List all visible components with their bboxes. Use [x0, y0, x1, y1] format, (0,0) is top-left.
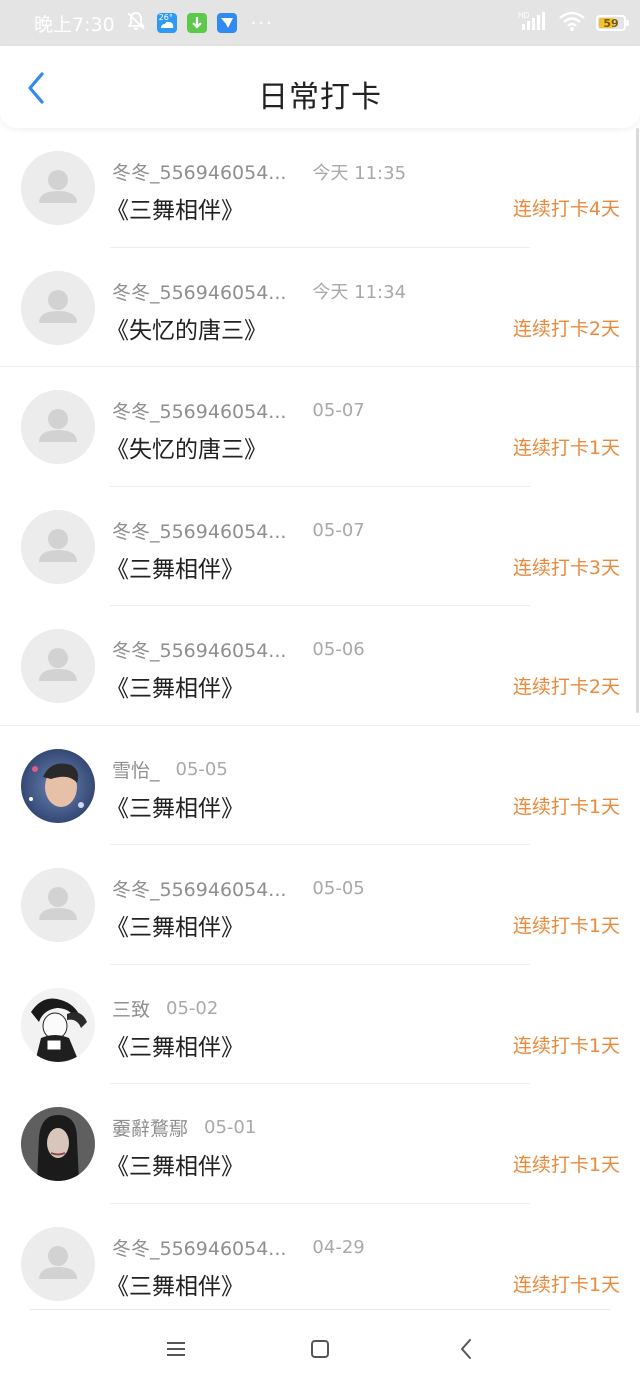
- checkin-time: 04-29: [312, 1236, 365, 1258]
- user-name[interactable]: 冬冬_556946054...: [112, 1234, 286, 1261]
- checkin-time: 05-07: [312, 400, 365, 421]
- weather-app-icon: 26°: [156, 13, 177, 33]
- user-name[interactable]: 冬冬_556946054...: [112, 397, 286, 424]
- user-name[interactable]: 冬冬_556946054...: [112, 517, 286, 544]
- list-item[interactable]: 冬冬_556946054... 05-06 《三舞相伴》 连续打卡2天: [0, 606, 640, 726]
- item-meta: 冬冬_556946054... 05-05: [112, 875, 365, 902]
- checkin-time: 05-02: [166, 997, 219, 1019]
- bell-off-icon: [125, 10, 147, 36]
- user-name[interactable]: 三致: [112, 995, 150, 1022]
- streak-label: 连续打卡1天: [512, 1154, 620, 1176]
- battery-level: 59: [603, 16, 619, 30]
- work-title[interactable]: 《三舞相伴》: [106, 789, 244, 823]
- header: 日常打卡: [0, 46, 640, 128]
- checkin-time: 05-05: [312, 878, 365, 899]
- streak-label: 连续打卡1天: [512, 795, 620, 818]
- status-time: 晚上7:30: [34, 13, 115, 36]
- streak-label: 连续打卡1天: [512, 1273, 620, 1296]
- home-square-icon: [311, 1340, 329, 1358]
- avatar[interactable]: [21, 629, 95, 703]
- message-app-icon: [216, 13, 237, 33]
- work-title[interactable]: 《三舞相伴》: [106, 191, 244, 225]
- avatar[interactable]: [21, 1107, 95, 1181]
- download-app-icon: [186, 13, 207, 33]
- battery-icon: 59: [596, 15, 629, 31]
- user-name[interactable]: 冬冬_556946054...: [112, 278, 286, 305]
- checkin-time: 05-05: [175, 758, 228, 780]
- work-title[interactable]: 《失忆的唐三》: [106, 311, 267, 345]
- avatar[interactable]: [21, 390, 95, 464]
- user-name[interactable]: 嫑辭鶩鄢: [112, 1114, 188, 1141]
- system-back-button[interactable]: [444, 1332, 488, 1366]
- status-bar: 晚上7:30 26° ··· HD 59: [0, 0, 640, 46]
- work-title[interactable]: 《三舞相伴》: [106, 908, 244, 942]
- checkin-time: 05-01: [204, 1117, 257, 1138]
- streak-label: 连续打卡2天: [512, 317, 620, 340]
- item-meta: 嫑辭鶩鄢 05-01: [112, 1114, 256, 1141]
- item-meta: 冬冬_556946054... 今天 11:35: [112, 158, 406, 185]
- page-title: 日常打卡: [258, 80, 382, 115]
- back-triangle-icon: [461, 1339, 471, 1359]
- item-meta: 冬冬_556946054... 05-07: [112, 397, 365, 424]
- streak-label: 连续打卡2天: [512, 676, 620, 698]
- status-left-icons: 26° ···: [125, 10, 274, 36]
- work-title[interactable]: 《三舞相伴》: [106, 550, 244, 584]
- item-meta: 雪怡_ 05-05: [112, 756, 228, 783]
- list-item[interactable]: 冬冬_556946054... 今天 11:34 《失忆的唐三》 连续打卡2天: [0, 248, 640, 367]
- list-item[interactable]: 三致 05-02 《三舞相伴》 连续打卡1天: [0, 965, 640, 1084]
- item-meta: 冬冬_556946054... 05-07: [112, 517, 365, 544]
- avatar[interactable]: [21, 270, 95, 345]
- checkin-time: 今天 11:35: [312, 162, 407, 184]
- wifi-icon: [558, 10, 586, 36]
- avatar[interactable]: [21, 748, 95, 823]
- checkin-time: 今天 11:34: [312, 282, 407, 303]
- avatar[interactable]: [21, 509, 95, 584]
- streak-label: 连续打卡4天: [512, 198, 620, 220]
- streak-label: 连续打卡1天: [512, 915, 620, 937]
- list-item[interactable]: 冬冬_556946054... 05-07 《三舞相伴》 连续打卡3天: [0, 487, 640, 606]
- checkin-list: 冬冬_556946054... 今天 11:35 《三舞相伴》 连续打卡4天 冬冬_55…: [0, 128, 640, 1323]
- work-title[interactable]: 《三舞相伴》: [106, 1028, 244, 1062]
- work-title[interactable]: 《三舞相伴》: [106, 669, 244, 703]
- list-item[interactable]: 冬冬_556946054... 今天 11:35 《三舞相伴》 连续打卡4天: [0, 128, 640, 248]
- list-item[interactable]: 雪怡_ 05-05 《三舞相伴》 连续打卡1天: [0, 726, 640, 845]
- streak-label: 连续打卡1天: [512, 1034, 620, 1057]
- streak-label: 连续打卡1天: [512, 437, 620, 459]
- work-title[interactable]: 《三舞相伴》: [106, 1267, 244, 1301]
- user-name[interactable]: 冬冬_556946054...: [112, 875, 286, 902]
- list-item[interactable]: 冬冬_556946054... 05-05 《三舞相伴》 连续打卡1天: [0, 845, 640, 965]
- user-name[interactable]: 冬冬_556946054...: [112, 158, 286, 185]
- avatar[interactable]: [21, 1226, 95, 1301]
- streak-label: 连续打卡3天: [512, 556, 620, 579]
- svg-text:HD: HD: [518, 11, 530, 20]
- avatar[interactable]: [21, 987, 95, 1062]
- item-meta: 冬冬_556946054... 05-06: [112, 636, 365, 663]
- list-item[interactable]: 嫑辭鶩鄢 05-01 《三舞相伴》 连续打卡1天: [0, 1084, 640, 1204]
- system-nav-bar: [0, 1310, 640, 1387]
- item-meta: 冬冬_556946054... 04-29: [112, 1234, 365, 1261]
- list-item[interactable]: 冬冬_556946054... 04-29 《三舞相伴》 连续打卡1天: [0, 1204, 640, 1323]
- status-right-icons: HD 59: [518, 10, 629, 36]
- item-meta: 冬冬_556946054... 今天 11:34: [112, 278, 406, 305]
- item-meta: 三致 05-02: [112, 995, 218, 1022]
- work-title[interactable]: 《三舞相伴》: [106, 1147, 244, 1181]
- checkin-time: 05-06: [312, 639, 365, 660]
- more-dots-icon: ···: [250, 12, 274, 34]
- avatar[interactable]: [21, 151, 95, 225]
- signal-icon: HD: [518, 10, 548, 36]
- scrollbar[interactable]: [636, 128, 639, 713]
- menu-icon: [167, 1342, 185, 1356]
- checkin-time: 05-07: [312, 519, 365, 541]
- work-title[interactable]: 《失忆的唐三》: [106, 430, 267, 464]
- list-item[interactable]: 冬冬_556946054... 05-07 《失忆的唐三》 连续打卡1天: [0, 367, 640, 487]
- user-name[interactable]: 雪怡_: [112, 756, 160, 783]
- home-button[interactable]: [298, 1332, 342, 1366]
- avatar[interactable]: [21, 868, 95, 942]
- menu-button[interactable]: [154, 1332, 198, 1366]
- user-name[interactable]: 冬冬_556946054...: [112, 636, 286, 663]
